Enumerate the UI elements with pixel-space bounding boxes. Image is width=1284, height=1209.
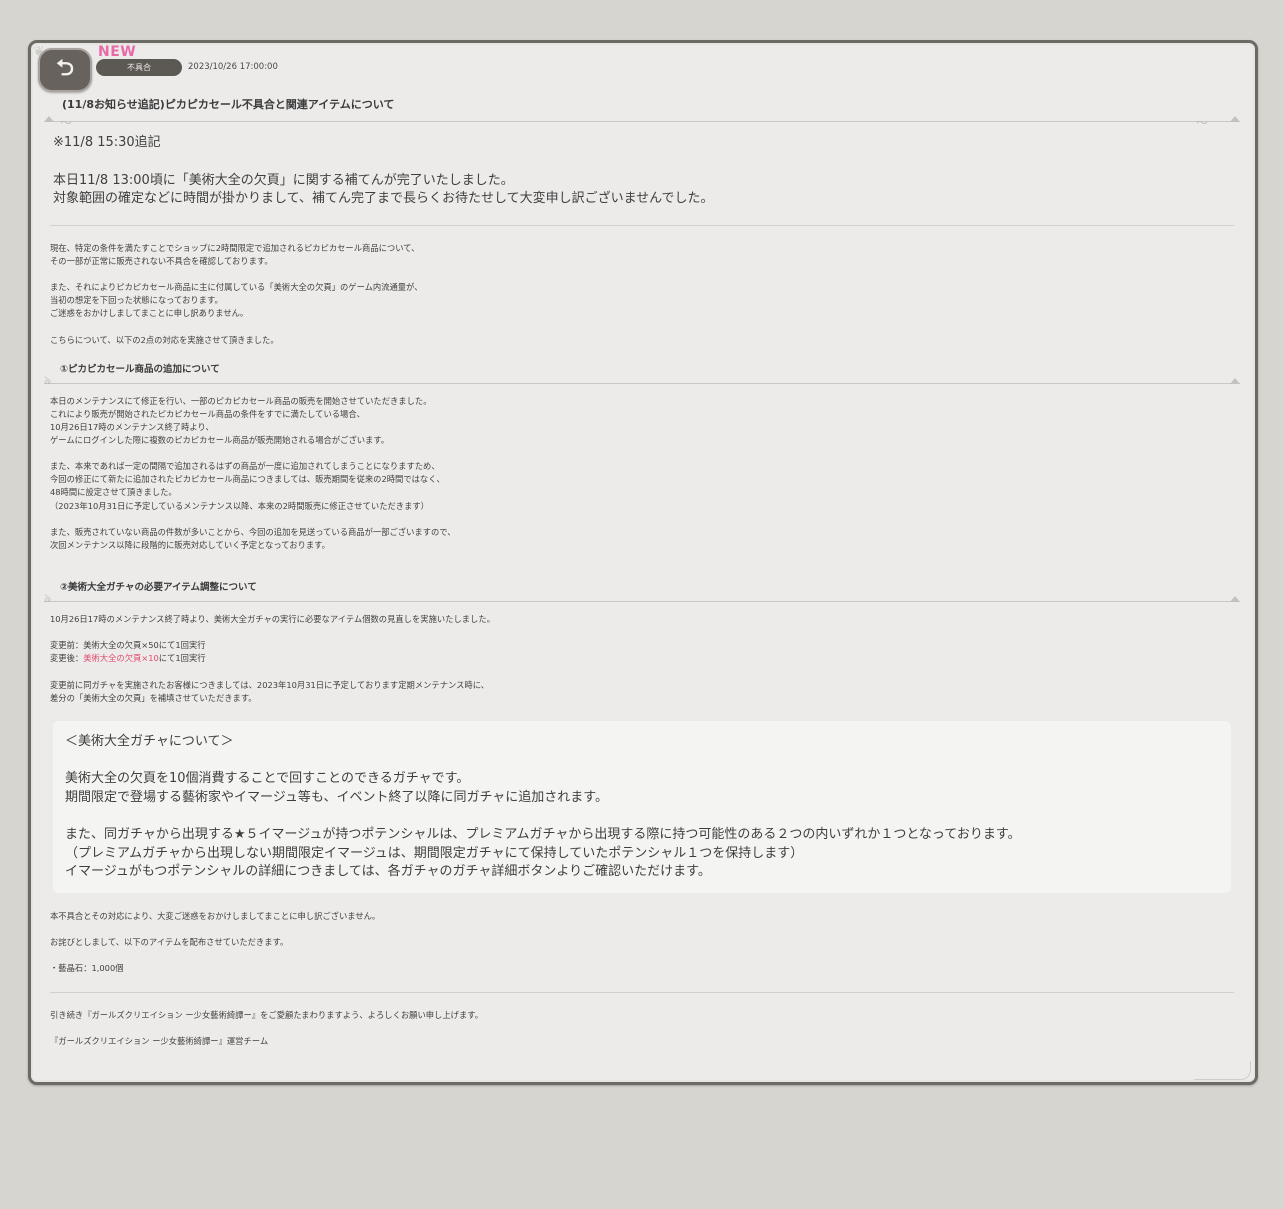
- body-text: ゲームにログインした際に複数のピカピカセール商品が販売開始される場合がございます…: [50, 435, 390, 445]
- body-text: その一部が正常に販売されない不具合を確認しております。: [50, 256, 273, 266]
- signature: 『ガールズクリエイション ー少女藝術綺譚ー』運営チーム: [50, 1036, 269, 1046]
- update-line: 本日11/8 13:00頃に「美術大全の欠頁」に関する補てんが完了いたしました。: [53, 173, 514, 188]
- update-label: ※11/8 15:30追記: [53, 135, 161, 150]
- infobox-text: 美術大全の欠頁を10個消費することで回すことのできるガチャです。: [65, 771, 470, 786]
- body-text: 48時間に設定させて頂きました。: [50, 487, 177, 497]
- divider-ornament-icon: ঌ: [44, 591, 52, 605]
- body-text: 本日のメンテナンスにて修正を行い、一部のピカピカセール商品の販売を開始させていた…: [50, 396, 432, 406]
- body-text: 現在、特定の条件を満たすことでショップに2時間限定で追加されるピカピカセール商品…: [50, 243, 420, 253]
- body-text: また、それによりピカピカセール商品に主に付属している「美術大全の欠頁」のゲーム内…: [50, 282, 423, 292]
- divider-arrow-icon: [44, 116, 54, 122]
- divider-arrow-icon: [1230, 596, 1240, 602]
- divider-arrow-icon: [1230, 378, 1240, 384]
- body-text: 変更前に同ガチャを実施されたお客様につきましては、2023年10月31日に予定し…: [50, 680, 490, 690]
- infobox-text: （プレミアムガチャから出現しない期間限定イマージュは、期間限定ガチャにて保持して…: [65, 846, 804, 861]
- reward-item: ・藝晶石：1,000個: [50, 963, 124, 973]
- title-divider: [44, 121, 1240, 122]
- back-arrow-icon: ⮌: [56, 56, 74, 81]
- change-after-highlight: 美術大全の欠頁×10: [83, 653, 159, 663]
- body-text: 10月26日17時のメンテナンス終了時より、美術大全ガチャの実行に必要なアイテム…: [50, 614, 495, 624]
- change-after-prefix: 変更後：: [50, 653, 84, 663]
- notice-title: (11/8お知らせ追記)ピカピカセール不具合と関連アイテムについて: [62, 98, 395, 111]
- change-before: 変更前：美術大全の欠頁×50にて1回実行: [50, 640, 206, 650]
- divider-ornament-icon: ～: [60, 116, 73, 130]
- section-divider: [44, 601, 1240, 602]
- section-divider: [50, 225, 1234, 226]
- back-button[interactable]: ⮌: [38, 48, 92, 92]
- infobox-text: 期間限定で登場する藝術家やイマージュ等も、イベント終了以降に同ガチャに追加されま…: [65, 790, 609, 805]
- body-text: お詫びとしまして、以下のアイテムを配布させていただきます。: [50, 937, 289, 947]
- body-text: 引き続き『ガールズクリエイション ー少女藝術綺譚ー』をご愛顧たまわりますよう、よ…: [50, 1010, 484, 1020]
- divider-ornament-icon: ～: [1196, 116, 1209, 130]
- body-text: （2023年10月31日に予定しているメンテナンス以降、本来の2時間販売に修正さ…: [50, 501, 429, 511]
- section-divider: [44, 383, 1240, 384]
- body-text: また、本来であれば一定の間隔で追加されるはずの商品が一度に追加されてしまうことに…: [50, 461, 440, 471]
- infobox-text: イマージュがもつポテンシャルの詳細につきましては、各ガチャのガチャ詳細ボタンより…: [65, 864, 711, 879]
- section-divider: [50, 992, 1234, 993]
- body-text: 10月26日17時のメンテナンス終了時より、: [50, 422, 214, 432]
- corner-ornament-icon: [1194, 1061, 1251, 1080]
- body-text: また、販売されていない商品の件数が多いことから、今回の追加を見送っている商品が一…: [50, 527, 456, 537]
- change-after-suffix: にて1回実行: [158, 653, 206, 663]
- section-heading: ①ピカピカセール商品の追加について: [60, 364, 220, 375]
- body-text: 本不具合とその対応により、大変ご迷惑をおかけしましてまことに申し訳ございません。: [50, 911, 381, 921]
- body-text: こちらについて、以下の2点の対応を実施させて頂きました。: [50, 335, 279, 345]
- body-text: これにより販売が開始されたピカピカセール商品の条件をすでに満たしている場合、: [50, 409, 365, 419]
- category-badge: 不具合: [96, 59, 182, 76]
- update-line: 対象範囲の確定などに時間が掛かりまして、補てん完了まで長らくお待たせして大変申し…: [53, 191, 714, 206]
- new-badge: NEW: [98, 44, 137, 60]
- divider-ornament-icon: ঌ: [44, 373, 52, 387]
- body-text: 今回の修正にて新たに追加されたピカピカセール商品につきましては、販売期間を従来の…: [50, 474, 445, 484]
- body-text: 次回メンテナンス以降に段階的に販売対応していく予定となっております。: [50, 540, 330, 550]
- body-text: 差分の「美術大全の欠頁」を補填させていただきます。: [50, 693, 257, 703]
- divider-arrow-icon: [1230, 116, 1240, 122]
- body-text: ご迷惑をおかけしましてまことに申し訳ありません。: [50, 308, 249, 318]
- section-heading: ②美術大全ガチャの必要アイテム調整について: [60, 582, 257, 593]
- infobox-heading: ＜美術大全ガチャについて＞: [65, 734, 234, 749]
- infobox-text: また、同ガチャから出現する★５イマージュが持つポテンシャルは、プレミアムガチャか…: [65, 827, 1021, 842]
- post-date: 2023/10/26 17:00:00: [188, 62, 278, 72]
- change-after: 変更後：美術大全の欠頁×10にて1回実行: [50, 652, 206, 665]
- body-text: 当初の想定を下回った状態になっております。: [50, 295, 223, 305]
